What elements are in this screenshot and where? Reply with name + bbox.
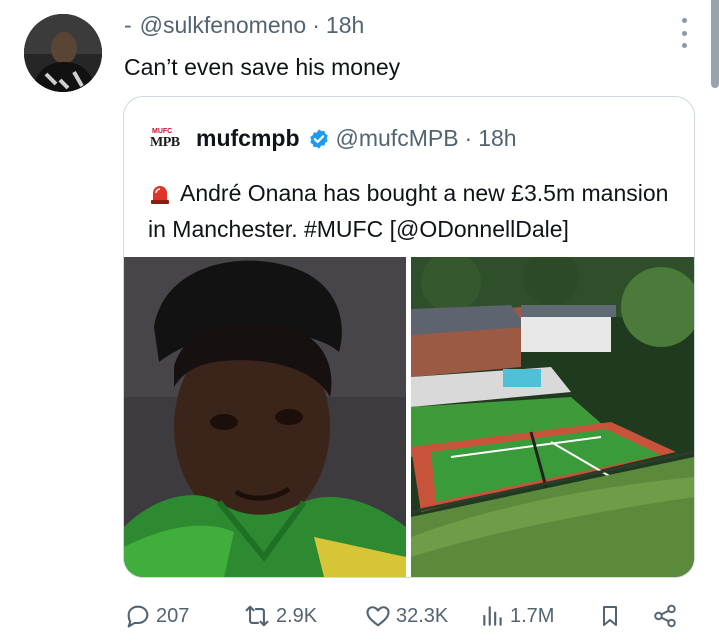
repost-icon: [245, 605, 269, 627]
repost-button[interactable]: 2.9K: [242, 598, 317, 634]
share-button[interactable]: [652, 598, 682, 634]
reply-button[interactable]: 207: [124, 598, 189, 634]
like-icon: [366, 606, 390, 627]
mansion-image[interactable]: [411, 257, 694, 577]
quoted-tweet[interactable]: MUFC MPB mufcmpb @mufcMPB · 18h André On…: [123, 96, 695, 578]
quoted-time[interactable]: 18h: [478, 125, 516, 152]
action-bar: 207 2.9K 32.3K 1.7M: [124, 598, 684, 634]
tweet-header: - @sulkfenomeno · 18h: [124, 12, 364, 39]
tweet-text: Can’t even save his money: [124, 54, 401, 80]
tweet-time[interactable]: 18h: [326, 12, 364, 39]
quoted-avatar[interactable]: MUFC MPB: [150, 128, 186, 150]
like-count: 32.3K: [396, 604, 449, 627]
quoted-tweet-header: MUFC MPB mufcmpb @mufcMPB · 18h: [150, 125, 517, 152]
reply-icon: [127, 605, 149, 628]
reply-count: 207: [156, 604, 190, 627]
views-icon: [483, 606, 502, 626]
portrait-image[interactable]: [124, 257, 406, 577]
bookmark-icon: [603, 606, 617, 626]
bookmark-button[interactable]: [598, 598, 626, 634]
tweet-handle[interactable]: @sulkfenomeno: [140, 12, 307, 39]
verified-badge-icon: [309, 128, 328, 149]
quoted-tweet-text: André Onana has bought a new £3.5m mansi…: [148, 180, 669, 242]
quoted-handle[interactable]: @mufcMPB: [336, 125, 459, 152]
quoted-display-name[interactable]: mufcmpb: [196, 125, 300, 152]
siren-icon: [151, 186, 169, 204]
separator: ·: [464, 125, 473, 151]
views-button[interactable]: 1.7M: [480, 598, 554, 634]
share-icon: [654, 604, 676, 628]
display-name[interactable]: -: [124, 12, 132, 39]
avatar[interactable]: [24, 14, 102, 92]
scrollbar[interactable]: [711, 0, 719, 88]
repost-count: 2.9K: [276, 604, 318, 627]
more-icon[interactable]: [677, 18, 691, 48]
views-count: 1.7M: [510, 604, 555, 627]
quoted-tweet-text-wrap: André Onana has bought a new £3.5m mansi…: [148, 175, 688, 247]
separator: ·: [312, 12, 320, 38]
like-button[interactable]: 32.3K: [364, 598, 448, 634]
